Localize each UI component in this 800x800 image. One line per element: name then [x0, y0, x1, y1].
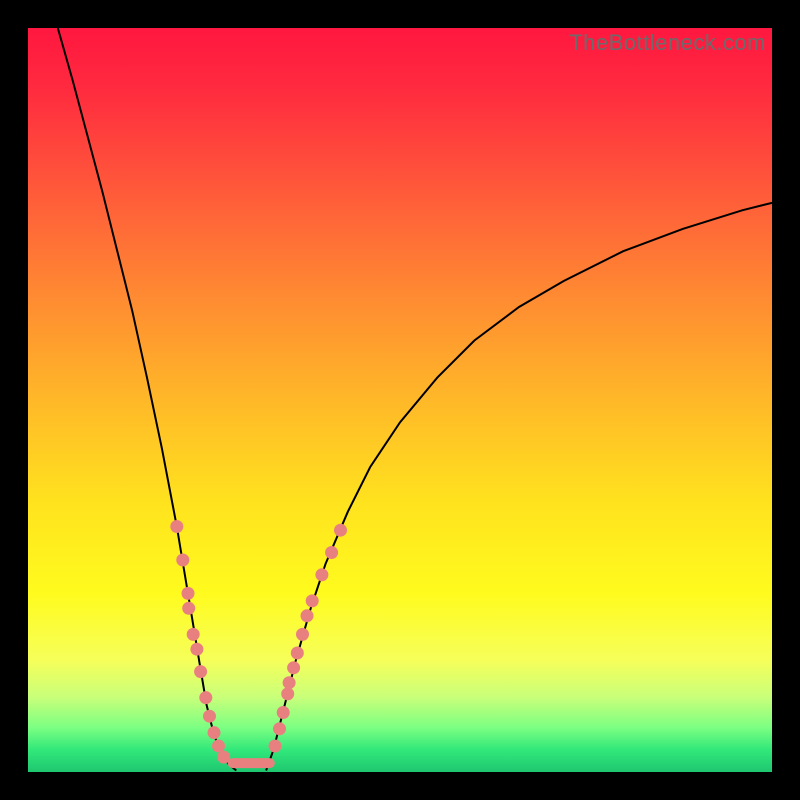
curve-left — [58, 28, 237, 771]
data-dot — [306, 594, 319, 607]
data-dot — [325, 546, 338, 559]
data-dot — [301, 609, 314, 622]
data-dot — [283, 676, 296, 689]
data-dot — [170, 520, 183, 533]
data-dot — [194, 665, 207, 678]
data-dot — [212, 740, 225, 753]
data-dot — [277, 706, 290, 719]
chart-frame: TheBottleneck.com — [28, 28, 772, 772]
data-dot — [203, 710, 216, 723]
data-dot — [273, 722, 286, 735]
data-dot — [281, 687, 294, 700]
data-dot — [187, 628, 200, 641]
data-dot — [291, 647, 304, 660]
chart-svg — [28, 28, 772, 772]
data-dot — [190, 643, 203, 656]
watermark-text: TheBottleneck.com — [569, 30, 766, 56]
data-dot — [269, 740, 282, 753]
data-dot — [287, 661, 300, 674]
data-dot — [217, 751, 230, 764]
data-dot — [334, 524, 347, 537]
data-dot — [208, 726, 221, 739]
curve-right — [266, 203, 772, 771]
data-dot — [182, 587, 195, 600]
data-dot — [199, 691, 212, 704]
data-dot — [296, 628, 309, 641]
data-dot — [315, 568, 328, 581]
data-dot — [176, 554, 189, 567]
data-dot — [182, 602, 195, 615]
